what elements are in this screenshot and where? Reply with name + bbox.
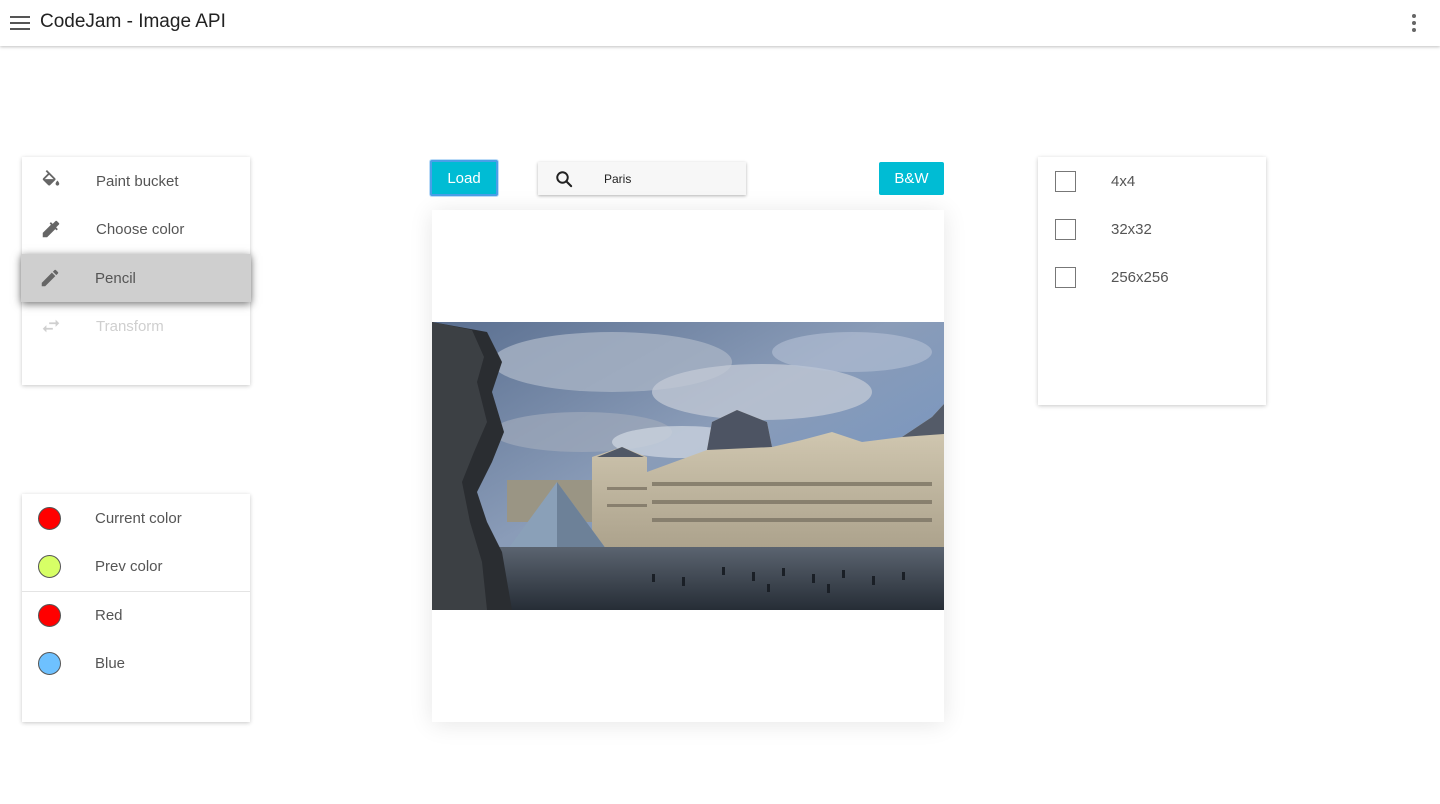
tool-label: Paint bucket (96, 173, 179, 190)
menu-icon[interactable] (10, 14, 30, 32)
size-option-32x32[interactable]: 32x32 (1038, 205, 1266, 253)
current-color: Current color (22, 494, 250, 542)
black-white-button[interactable]: B&W (879, 162, 944, 195)
size-checkbox[interactable] (1055, 171, 1076, 192)
tool-label: Transform (96, 318, 164, 335)
prev-color-label: Prev color (95, 558, 163, 575)
size-label: 4x4 (1111, 173, 1136, 190)
load-button[interactable]: Load (430, 160, 498, 196)
search-box (538, 162, 746, 195)
search-input[interactable] (604, 169, 734, 189)
tool-paint-bucket[interactable]: Paint bucket (22, 157, 250, 205)
drawing-canvas[interactable] (432, 210, 944, 722)
sizes-panel: 4x4 32x32 256x256 (1038, 157, 1266, 405)
prev-color-swatch (38, 555, 61, 578)
more-vert-icon[interactable] (1408, 13, 1420, 33)
paint-bucket-icon (42, 170, 60, 186)
preset-swatch-blue (38, 652, 61, 675)
current-color-label: Current color (95, 510, 182, 527)
loaded-image (432, 322, 944, 610)
preset-swatch-red (38, 604, 61, 627)
tool-transform: Transform (22, 302, 250, 350)
prev-color[interactable]: Prev color (22, 542, 250, 590)
preset-label: Red (95, 607, 123, 624)
preset-label: Blue (95, 655, 126, 672)
search-icon (556, 171, 573, 188)
current-color-swatch (38, 507, 61, 530)
preset-color-blue[interactable]: Blue (22, 639, 250, 687)
size-option-4x4[interactable]: 4x4 (1038, 157, 1266, 205)
app-bar: CodeJam - Image API (0, 0, 1440, 46)
colors-panel: Current color Prev color Red Blue (22, 494, 250, 722)
tool-label: Choose color (96, 221, 185, 238)
tool-choose-color[interactable]: Choose color (22, 205, 250, 253)
eyedropper-icon (42, 220, 60, 238)
size-checkbox[interactable] (1055, 219, 1076, 240)
preset-color-red[interactable]: Red (22, 591, 250, 639)
tools-panel: Paint bucket Choose color Pencil Transfo… (21, 157, 251, 385)
size-option-256x256[interactable]: 256x256 (1038, 253, 1266, 301)
app-title: CodeJam - Image API (40, 11, 226, 32)
size-label: 32x32 (1111, 221, 1152, 238)
tool-pencil[interactable]: Pencil (21, 254, 251, 302)
transform-icon (42, 319, 60, 333)
size-label: 256x256 (1111, 269, 1169, 286)
tool-label: Pencil (95, 270, 136, 287)
pencil-icon (41, 269, 59, 287)
size-checkbox[interactable] (1055, 267, 1076, 288)
